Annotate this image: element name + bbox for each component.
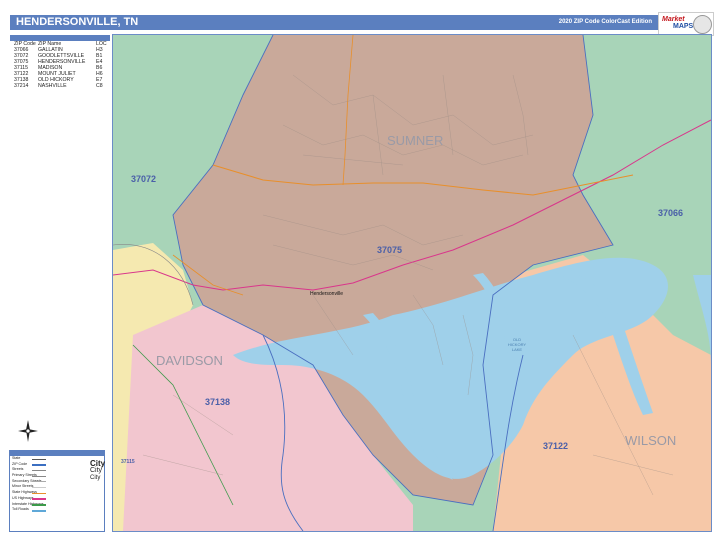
logo-word-market: Market [662,16,685,23]
legend-label: Streets [12,467,24,472]
zip-name-cell: NASHVILLE [38,83,67,89]
lake-label: OLD HICKORY LAKE [507,337,527,352]
edition-label: 2020 ZIP Code ColorCast Edition [558,19,652,25]
map-legend: State ZIP Code Streets Primary Streets S… [9,450,105,532]
county-label-sumner: SUMNER [387,133,444,148]
publisher-logo: Market MAPS [658,12,714,36]
legend-label: US Highways [12,495,34,500]
map-svg [113,35,711,531]
county-label-wilson: WILSON [625,433,677,448]
zip-cell: 37214 [14,83,29,89]
zip-row: 37214 NASHVILLE C8 [10,83,110,89]
legend-label: Toll Roads [12,507,29,512]
zip-index-table: ZIP Code ZIP Name LOC 37066 GALLATIN H3 37… [10,35,110,89]
zip-label-37122: 37122 [543,441,569,451]
zip-label-37066: 37066 [658,208,684,218]
map-canvas[interactable]: SUMNER DAVIDSON WILSON 37072 37075 37066… [112,34,712,532]
legend-label: State [12,456,21,460]
map-title: HENDERSONVILLE, TN [16,16,139,28]
title-bar: HENDERSONVILLE, TN 2020 ZIP Code ColorCa… [10,15,710,30]
compass-rose-icon [18,420,38,442]
zip-label-37138: 37138 [205,397,231,407]
logo-seal-icon [693,15,712,34]
zip-label-37075: 37075 [377,245,403,255]
county-label-davidson: DAVIDSON [156,353,223,368]
zip-loc-cell: C8 [96,83,103,89]
legend-label: Minor Streets [12,484,34,489]
legend-city-medium: City [90,467,103,474]
legend-row: Toll Roads [10,507,104,513]
legend-label: ZIP Code [12,461,28,466]
logo-word-maps: MAPS [673,23,694,30]
city-label-hendersonville: Hendersonville [310,291,344,297]
legend-city-small: City [90,475,101,481]
zip-label-37115: 37115 [121,459,135,465]
zip-label-37072: 37072 [131,174,157,184]
